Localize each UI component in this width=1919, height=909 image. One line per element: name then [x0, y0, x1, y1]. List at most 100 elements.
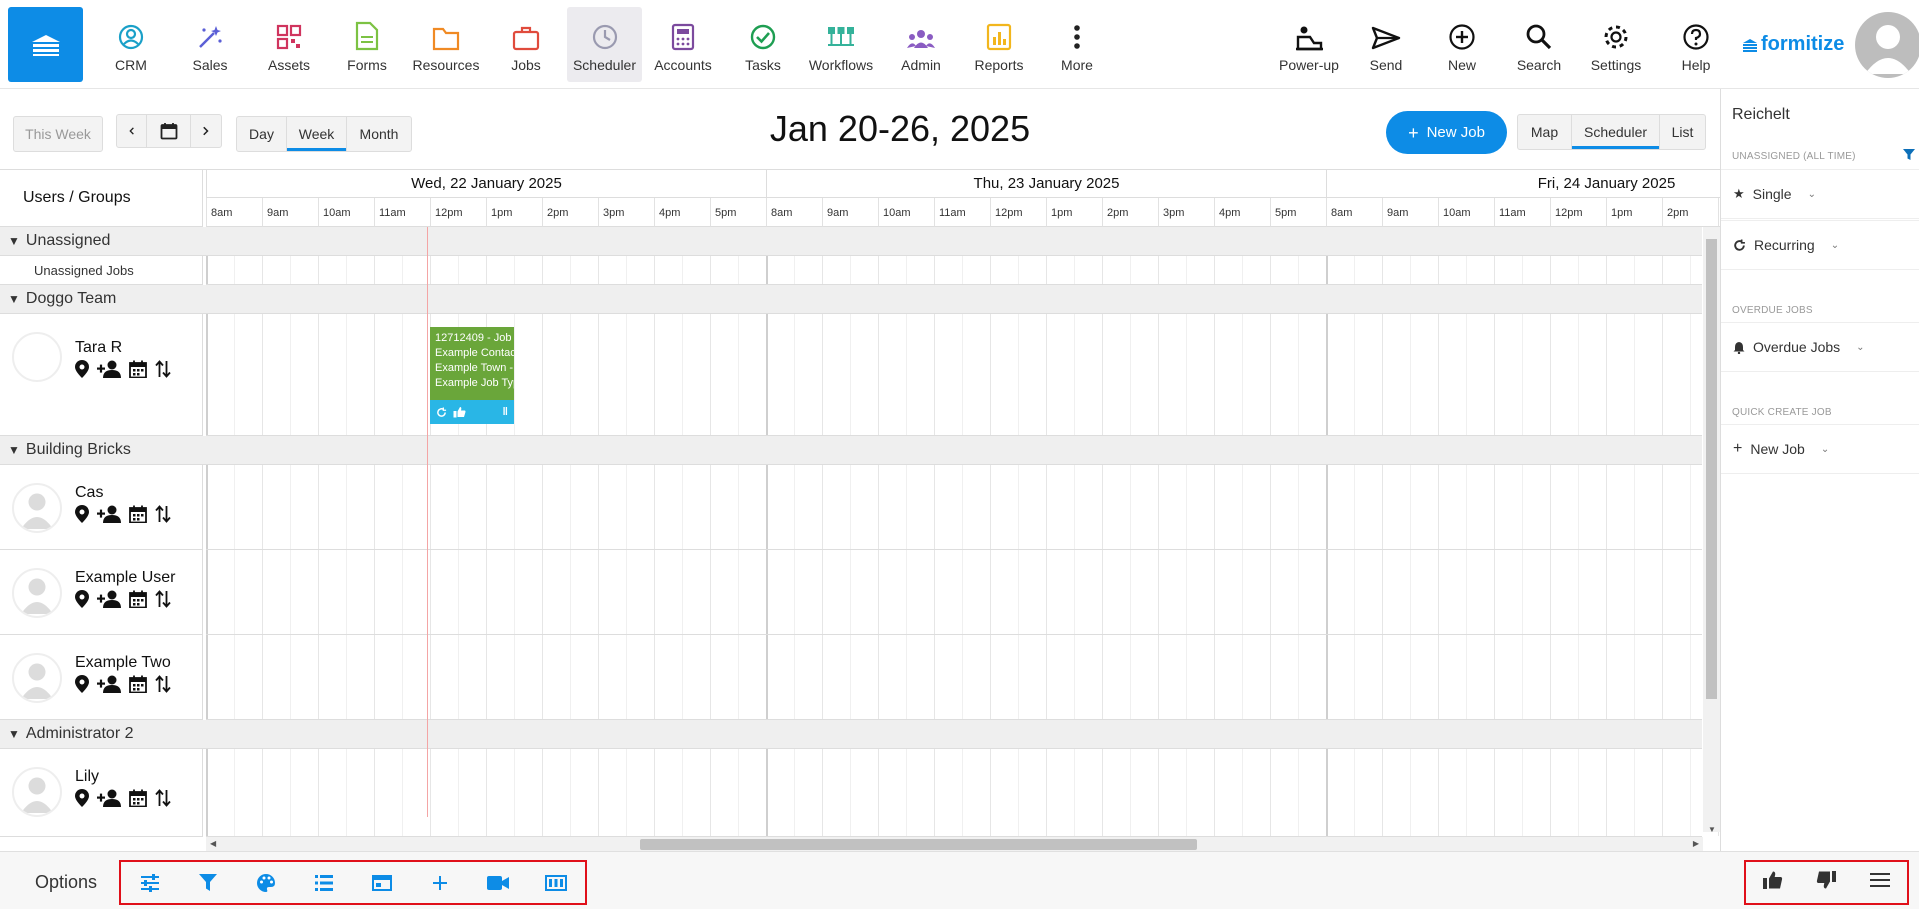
thumbs-up-icon[interactable]	[453, 406, 466, 418]
horizontal-scrollbar[interactable]: ◀ ▶	[206, 837, 1703, 851]
id-card-icon[interactable]	[527, 874, 585, 891]
lane-example-two[interactable]	[206, 635, 1719, 720]
nav-sales[interactable]: Sales	[180, 7, 240, 82]
nav-accounts[interactable]: Accounts	[651, 7, 715, 82]
nav-workflows[interactable]: Workflows	[806, 7, 876, 82]
time-gridline	[1298, 635, 1299, 719]
date-picker-button[interactable]	[147, 115, 191, 147]
nav-resources[interactable]: Resources	[410, 7, 482, 82]
calendar-icon[interactable]	[129, 360, 147, 378]
add-person-icon[interactable]	[97, 675, 121, 693]
filter-icon[interactable]	[179, 873, 237, 892]
reorder-arrows-icon[interactable]	[155, 360, 171, 378]
new-job-button[interactable]: + New Job	[1386, 111, 1507, 154]
this-week-button[interactable]: This Week	[13, 116, 103, 152]
group-administrator-2[interactable]: ▼ Administrator 2	[0, 720, 1702, 749]
job-card[interactable]: 12712409 - Job Example Contact Example T…	[430, 327, 514, 424]
nav-jobs[interactable]: Jobs	[496, 7, 556, 82]
location-pin-icon[interactable]	[75, 789, 89, 807]
lane-cas[interactable]	[206, 465, 1719, 550]
nav-help[interactable]: Help	[1666, 7, 1726, 82]
nav-power-up[interactable]: Power-up	[1274, 7, 1344, 82]
nav-more[interactable]: More	[1047, 7, 1107, 82]
filter-icon[interactable]	[1903, 149, 1915, 161]
nav-search[interactable]: Search	[1509, 7, 1569, 82]
recurring-jobs-dropdown[interactable]: Recurring ⌄	[1721, 220, 1919, 270]
avatar[interactable]	[12, 332, 62, 382]
add-person-icon[interactable]	[97, 360, 121, 378]
reorder-arrows-icon[interactable]	[155, 789, 171, 807]
location-pin-icon[interactable]	[75, 505, 89, 523]
calendar-icon[interactable]	[129, 590, 147, 608]
nav-reports[interactable]: Reports	[969, 7, 1029, 82]
vertical-scroll-thumb[interactable]	[1706, 239, 1717, 699]
vertical-scrollbar[interactable]: ▼	[1703, 227, 1720, 834]
lane-lily[interactable]	[206, 749, 1719, 837]
reorder-arrows-icon[interactable]	[155, 590, 171, 608]
mode-list[interactable]: List	[1660, 115, 1705, 149]
video-icon[interactable]	[469, 875, 527, 890]
nav-tasks[interactable]: Tasks	[733, 7, 793, 82]
reorder-arrows-icon[interactable]	[155, 675, 171, 693]
time-gridline	[682, 749, 683, 836]
location-pin-icon[interactable]	[75, 360, 89, 378]
profile-avatar[interactable]	[1855, 12, 1919, 78]
add-person-icon[interactable]	[97, 789, 121, 807]
view-week[interactable]: Week	[287, 117, 347, 151]
calendar-icon[interactable]	[129, 675, 147, 693]
nav-assets[interactable]: Assets	[259, 7, 319, 82]
window-icon[interactable]	[353, 874, 411, 891]
group-unassigned[interactable]: ▼ Unassigned	[0, 227, 1702, 256]
nav-settings[interactable]: Settings	[1586, 7, 1646, 82]
quick-new-job-dropdown[interactable]: + New Job ⌄	[1721, 424, 1919, 474]
nav-scheduler[interactable]: Scheduler	[567, 7, 642, 82]
plus-icon[interactable]	[411, 875, 469, 891]
avatar[interactable]	[12, 767, 62, 817]
add-person-icon[interactable]	[97, 505, 121, 523]
reorder-arrows-icon[interactable]	[155, 505, 171, 523]
scroll-right-arrow-icon[interactable]: ▶	[1693, 839, 1699, 848]
scroll-left-arrow-icon[interactable]: ◀	[210, 839, 216, 848]
nav-forms[interactable]: Forms	[337, 7, 397, 82]
scroll-down-arrow-icon[interactable]: ▼	[1708, 825, 1716, 834]
thumbs-up-icon[interactable]	[1762, 871, 1783, 894]
refresh-icon[interactable]	[436, 406, 447, 418]
mode-map[interactable]: Map	[1518, 115, 1572, 149]
avatar[interactable]	[12, 653, 62, 703]
avatar[interactable]	[12, 483, 62, 533]
location-pin-icon[interactable]	[75, 590, 89, 608]
formitize-logo[interactable]: formitize	[1742, 33, 1844, 56]
sliders-icon[interactable]	[121, 873, 179, 892]
overdue-jobs-dropdown[interactable]: Overdue Jobs ⌄	[1721, 322, 1919, 372]
list-icon[interactable]	[295, 874, 353, 891]
next-week-button[interactable]	[191, 115, 221, 147]
prev-week-button[interactable]	[117, 115, 147, 147]
location-pin-icon[interactable]	[75, 675, 89, 693]
horizontal-scroll-thumb[interactable]	[640, 839, 1197, 850]
view-month[interactable]: Month	[347, 117, 411, 151]
mode-scheduler[interactable]: Scheduler	[1572, 115, 1660, 149]
time-gridline	[1298, 465, 1299, 549]
thumbs-down-icon[interactable]	[1816, 871, 1837, 894]
calendar-icon[interactable]	[129, 505, 147, 523]
palette-icon[interactable]	[237, 873, 295, 893]
time-gridline	[962, 550, 963, 634]
home-button[interactable]	[8, 7, 83, 82]
unassigned-jobs-row[interactable]: Unassigned Jobs	[0, 256, 203, 285]
nav-admin[interactable]: Admin	[891, 7, 951, 82]
group-building-bricks[interactable]: ▼ Building Bricks	[0, 436, 1702, 465]
lane-example-user[interactable]	[206, 550, 1719, 635]
calendar-icon[interactable]	[129, 789, 147, 807]
nav-new[interactable]: New	[1432, 7, 1492, 82]
menu-icon[interactable]	[1870, 872, 1891, 893]
lane-unassigned[interactable]	[206, 256, 1719, 285]
single-jobs-dropdown[interactable]: ★ Single ⌄	[1721, 169, 1919, 219]
add-person-icon[interactable]	[97, 590, 121, 608]
view-day[interactable]: Day	[237, 117, 287, 151]
nav-crm[interactable]: CRM	[101, 7, 161, 82]
nav-send[interactable]: Send	[1356, 7, 1416, 82]
group-doggo-team[interactable]: ▼ Doggo Team	[0, 285, 1702, 314]
resize-handle-icon[interactable]: ‖	[503, 406, 508, 418]
avatar[interactable]	[12, 568, 62, 618]
user-silhouette-icon	[1865, 25, 1911, 74]
